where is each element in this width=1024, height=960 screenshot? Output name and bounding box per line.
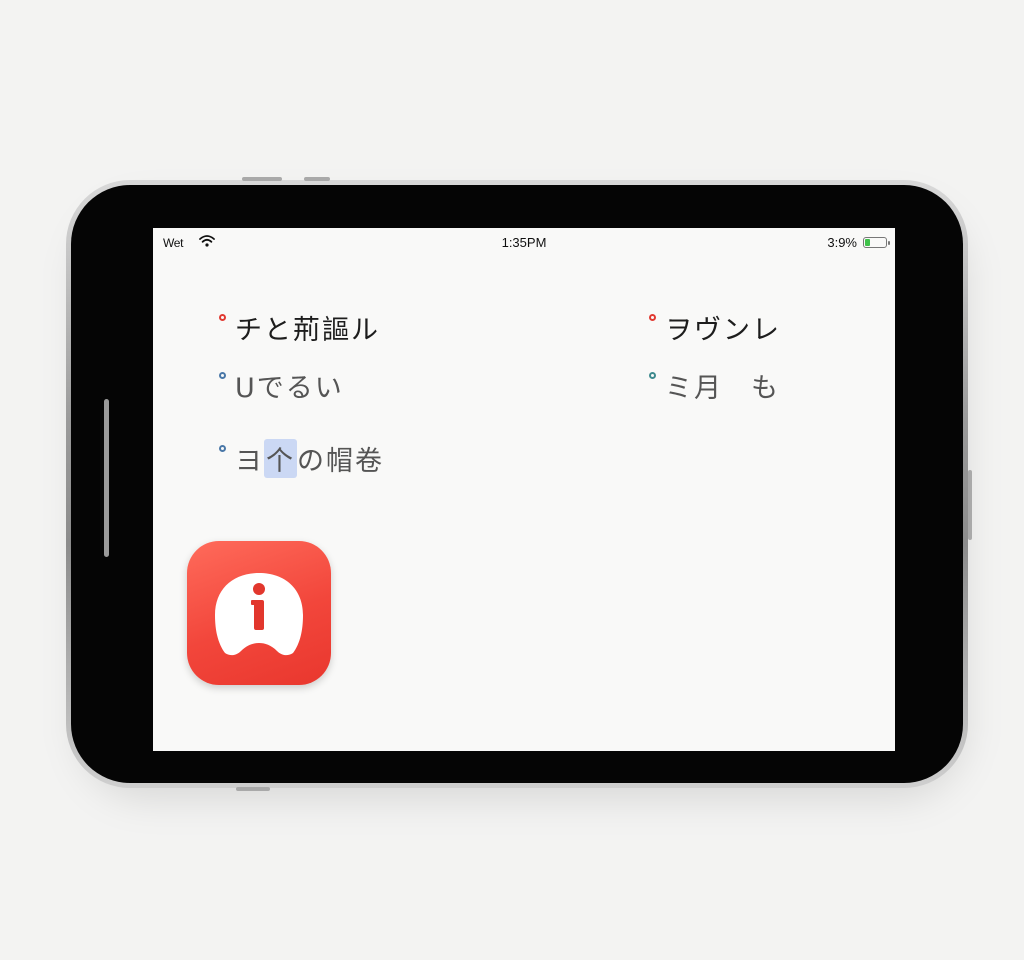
- bottom-button: [236, 787, 270, 791]
- tablet-device: Wet 1:35PM 3:9% チと荊謳ル Uでるい ヨ 个 の帽卷 ヲヴンレ …: [66, 177, 972, 791]
- info-app-icon[interactable]: [187, 541, 331, 685]
- battery-fill: [865, 239, 870, 246]
- menu-item-label: チと荊謳ル: [235, 315, 380, 346]
- bullet-icon: [649, 372, 656, 379]
- menu-item-label: Uでるい: [235, 373, 344, 404]
- info-icon: [215, 573, 303, 656]
- side-button: [968, 470, 972, 540]
- bullet-icon: [219, 372, 226, 379]
- bullet-icon: [219, 445, 226, 452]
- menu-item-label-start: ミ月: [665, 373, 723, 404]
- bullet-icon: [649, 314, 656, 321]
- highlighted-text: 个: [264, 439, 297, 478]
- menu-item-label: ヲヴンレ: [665, 315, 781, 346]
- menu-item-right-2[interactable]: ミ月 も: [649, 366, 780, 405]
- volume-button: [242, 177, 282, 181]
- menu-item-left-3[interactable]: ヨ 个 の帽卷: [219, 439, 384, 478]
- menu-item-label-start: ヨ: [235, 446, 264, 477]
- menu-item-right-1[interactable]: ヲヴンレ: [649, 308, 781, 347]
- power-button: [304, 177, 330, 181]
- device-bezel: Wet 1:35PM 3:9% チと荊謳ル Uでるい ヨ 个 の帽卷 ヲヴンレ …: [71, 185, 963, 783]
- menu-item-label-end: の帽卷: [297, 446, 384, 477]
- clock: 1:35PM: [501, 235, 547, 250]
- bullet-icon: [219, 314, 226, 321]
- status-bar: Wet 1:35PM 3:9%: [153, 228, 895, 258]
- menu-item-left-1[interactable]: チと荊謳ル: [219, 308, 380, 347]
- home-indicator[interactable]: [104, 399, 109, 557]
- menu-item-label-end: も: [751, 373, 780, 404]
- screen: Wet 1:35PM 3:9% チと荊謳ル Uでるい ヨ 个 の帽卷 ヲヴンレ …: [153, 228, 895, 751]
- battery-icon: [863, 237, 890, 248]
- battery-percent: 3:9%: [827, 235, 857, 250]
- menu-item-left-2[interactable]: Uでるい: [219, 366, 344, 405]
